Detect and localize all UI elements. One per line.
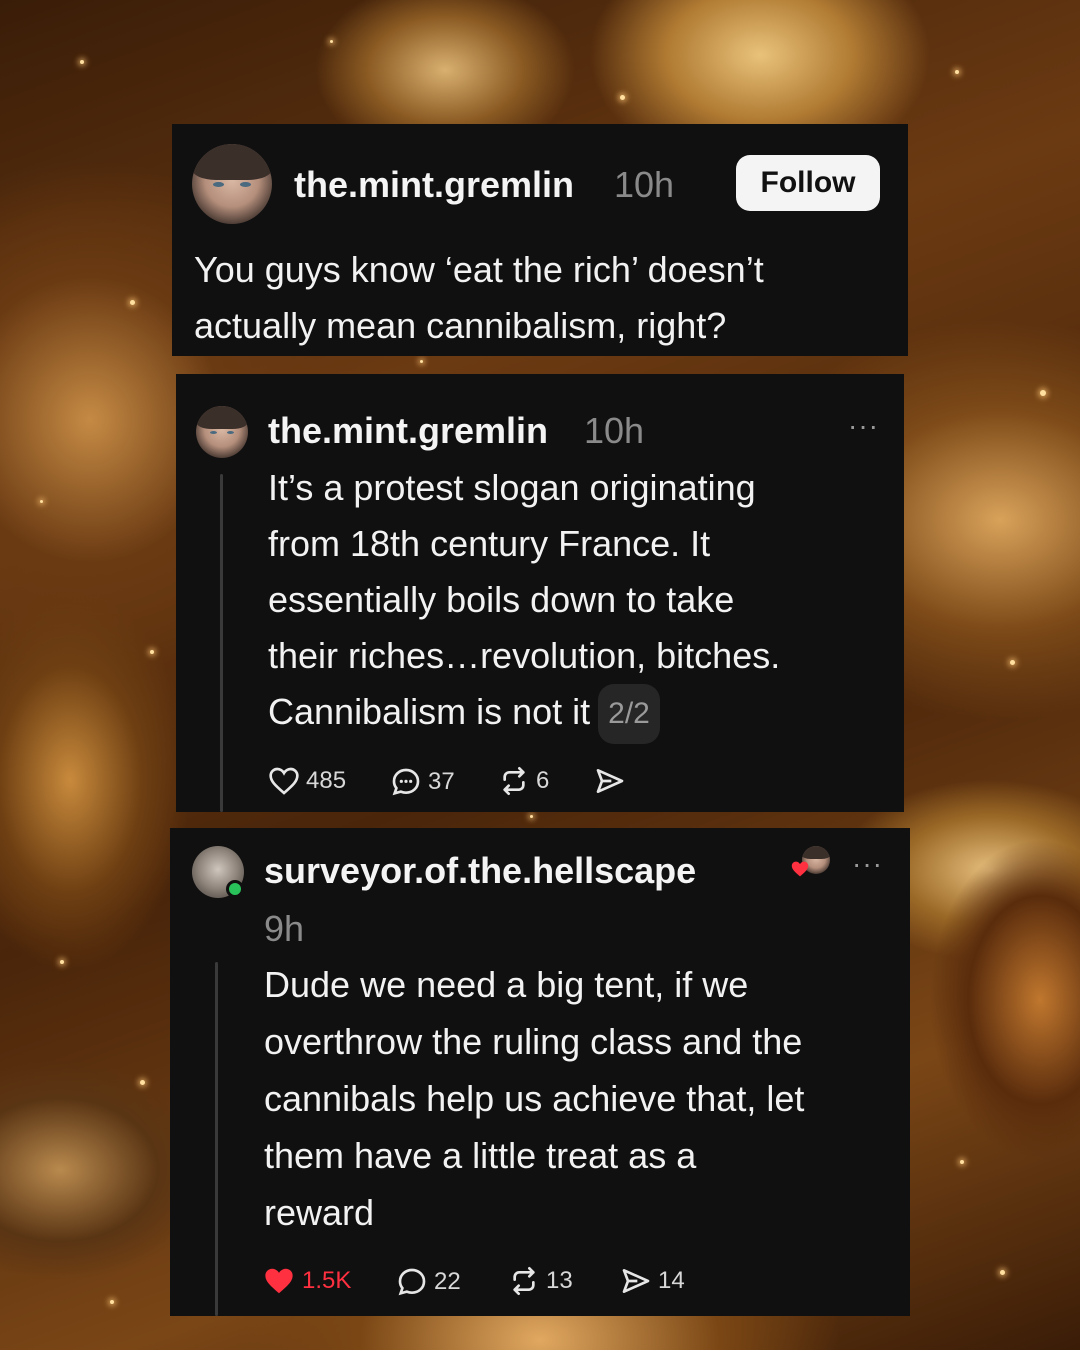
- post-author-username[interactable]: the.mint.gremlin: [294, 164, 574, 206]
- repost-action[interactable]: 13: [508, 1266, 573, 1296]
- like-count: 485: [306, 767, 347, 794]
- reply-timestamp: 9h: [264, 908, 305, 949]
- reply-author-username[interactable]: surveyor.of.the.hellscape: [264, 850, 696, 892]
- repost-count: 13: [546, 1267, 573, 1294]
- comment-count: 37: [428, 768, 455, 795]
- comment-action[interactable]: 22: [396, 1266, 461, 1298]
- reply-card-2: surveyor.of.the.hellscape 9h ··· Dude we…: [170, 828, 910, 1316]
- reply-card-1: the.mint.gremlin 10h ··· It’s a protest …: [176, 374, 904, 812]
- heart-icon: [268, 766, 300, 796]
- comment-action[interactable]: 37: [390, 766, 455, 798]
- original-post-card: the.mint.gremlin 10h Follow You guys kno…: [172, 124, 908, 356]
- thread-line: [220, 474, 223, 812]
- post-timestamp: 10h: [614, 164, 675, 205]
- share-action[interactable]: 14: [620, 1266, 685, 1296]
- like-action[interactable]: 485: [268, 766, 346, 796]
- thread-line: [215, 962, 218, 1316]
- heart-icon: [262, 1266, 296, 1296]
- post-text: You guys know ‘eat the rich’ doesn’t act…: [194, 249, 764, 346]
- share-icon: [620, 1266, 652, 1296]
- more-icon[interactable]: ···: [848, 412, 879, 440]
- like-action[interactable]: 1.5K: [262, 1266, 351, 1296]
- reply-author-username[interactable]: the.mint.gremlin: [268, 410, 548, 452]
- online-status-indicator: [226, 880, 244, 898]
- repost-count: 6: [536, 767, 550, 794]
- avatar[interactable]: [196, 406, 248, 458]
- repost-icon: [498, 766, 530, 796]
- comment-icon: [396, 1266, 428, 1298]
- reply-text-block: It’s a protest slogan originating from 1…: [268, 460, 888, 745]
- more-icon[interactable]: ···: [852, 850, 883, 878]
- repost-icon: [508, 1266, 540, 1296]
- reply-text: It’s a protest slogan originating from 1…: [268, 467, 781, 732]
- comment-icon: [390, 766, 422, 798]
- share-icon: [594, 766, 626, 796]
- thread-count-badge: 2/2: [598, 684, 660, 745]
- follow-button[interactable]: Follow: [736, 155, 880, 211]
- like-count: 1.5K: [302, 1267, 352, 1294]
- comment-count: 22: [434, 1268, 461, 1295]
- share-action[interactable]: [594, 766, 626, 796]
- repost-action[interactable]: 6: [498, 766, 549, 796]
- reply-timestamp: 10h: [584, 410, 645, 451]
- reply-text: Dude we need a big tent, if we overthrow…: [264, 964, 805, 1233]
- share-count: 14: [658, 1267, 685, 1294]
- avatar[interactable]: [192, 144, 272, 224]
- liked-by-author-icon: [790, 846, 830, 882]
